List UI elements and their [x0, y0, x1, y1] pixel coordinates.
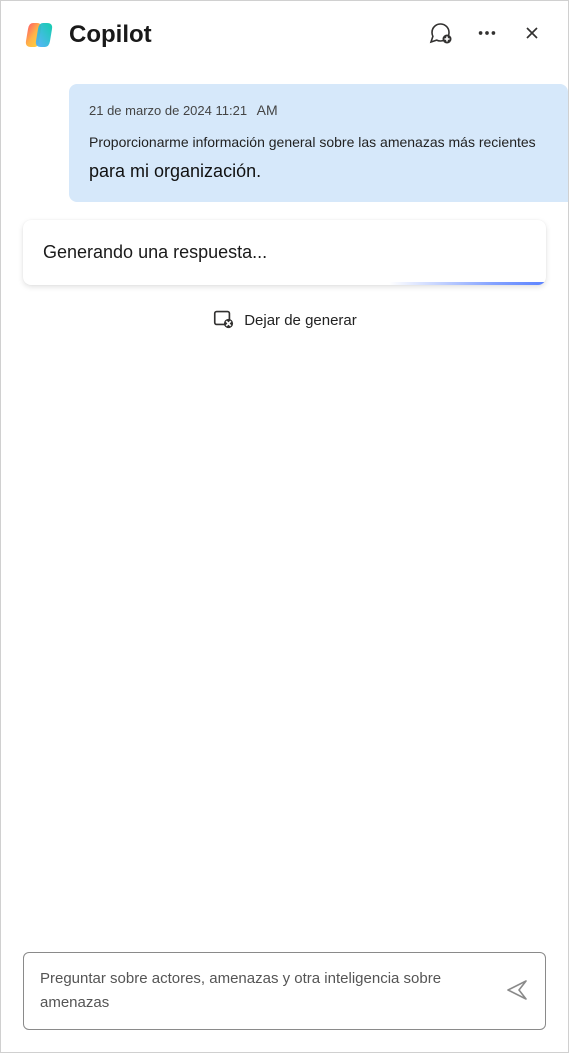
- chat-input-placeholder: Preguntar sobre actores, amenazas y otra…: [40, 967, 493, 1015]
- message-timestamp: 21 de marzo de 2024 11:21 AM: [89, 102, 548, 118]
- stop-generating-button[interactable]: Dejar de generar: [1, 307, 568, 334]
- timestamp-ampm: AM: [257, 102, 278, 118]
- stop-generating-label: Dejar de generar: [244, 312, 357, 329]
- new-chat-button[interactable]: [424, 17, 456, 52]
- user-message-text-line2: para mi organización.: [89, 159, 548, 184]
- app-title: Copilot: [69, 21, 412, 49]
- ellipsis-icon: [476, 22, 498, 47]
- more-options-button[interactable]: [472, 18, 502, 51]
- header-actions: [424, 17, 546, 52]
- user-message: 21 de marzo de 2024 11:21 AM Proporciona…: [69, 84, 568, 202]
- stop-icon: [212, 307, 234, 334]
- copilot-logo-icon: [23, 19, 55, 51]
- user-message-text-line1: Proporcionarme información general sobre…: [89, 132, 548, 153]
- send-button[interactable]: [505, 978, 529, 1005]
- header: Copilot: [1, 1, 568, 64]
- chat-input[interactable]: Preguntar sobre actores, amenazas y otra…: [23, 952, 546, 1030]
- response-card: Generando una respuesta...: [23, 220, 546, 285]
- send-icon: [505, 978, 529, 1005]
- generating-text: Generando una respuesta...: [43, 242, 526, 263]
- close-button[interactable]: [518, 19, 546, 50]
- close-icon: [522, 23, 542, 46]
- timestamp-date: 21 de marzo de 2024 11:21: [89, 103, 247, 118]
- chat-plus-icon: [428, 21, 452, 48]
- chat-area: 21 de marzo de 2024 11:21 AM Proporciona…: [1, 64, 568, 940]
